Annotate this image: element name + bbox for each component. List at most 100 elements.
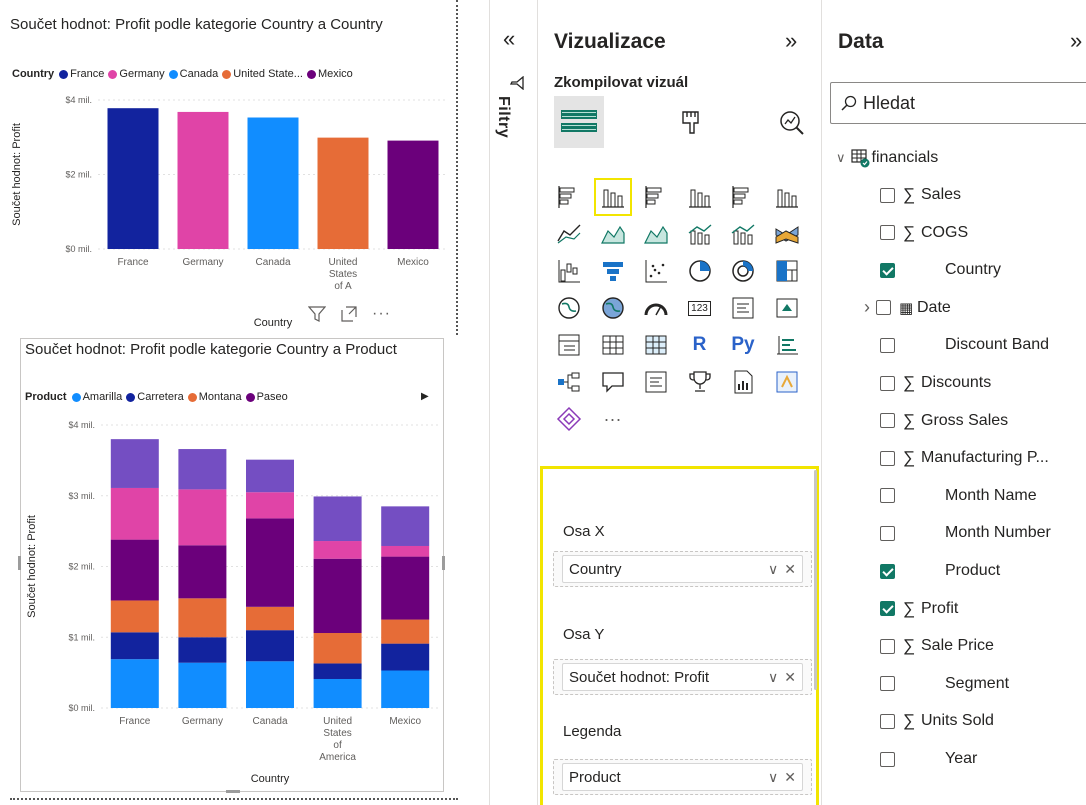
field-checkbox[interactable]	[880, 751, 895, 767]
resize-handle-right[interactable]	[442, 556, 445, 570]
pie-chart-icon[interactable]	[683, 254, 717, 288]
field-sale-price[interactable]: ∑ Sale Price	[880, 631, 994, 661]
analytics-tab[interactable]	[766, 96, 816, 148]
map-icon[interactable]	[552, 291, 586, 325]
r-visual-icon[interactable]: R	[683, 328, 717, 362]
filters-label[interactable]: Filtry	[494, 96, 512, 138]
field-manufacturing-p[interactable]: ∑ Manufacturing P...	[880, 443, 1049, 473]
y-axis-field-pill[interactable]: Součet hodnot: Profit ∨ ✕	[562, 663, 803, 691]
card-icon[interactable]: 123	[683, 291, 717, 325]
build-visual-tab[interactable]	[554, 96, 604, 148]
slicer-icon[interactable]	[552, 328, 586, 362]
metrics-icon[interactable]	[683, 365, 717, 399]
chevron-right-icon[interactable]: ›	[864, 297, 870, 318]
field-checkbox[interactable]	[880, 225, 895, 241]
resize-handle-bottom[interactable]	[226, 790, 240, 793]
bar-canada-montana[interactable]	[246, 606, 294, 631]
treemap-icon[interactable]	[770, 254, 804, 288]
more-options-icon[interactable]: ···	[372, 305, 391, 323]
bar-united-states-of-a-united-state[interactable]	[317, 137, 369, 249]
100-stacked-bar-chart-icon[interactable]	[726, 180, 760, 214]
clustered-column-chart-icon[interactable]	[683, 180, 717, 214]
chevron-down-icon[interactable]: ∨	[768, 669, 778, 686]
bar-canada-segment-5[interactable]	[246, 459, 294, 493]
chevron-down-icon[interactable]: ∨	[768, 769, 778, 786]
bar-canada-segment-4[interactable]	[246, 492, 294, 519]
narrative-icon[interactable]	[639, 365, 673, 399]
table-node-financials[interactable]: ∨ financials	[836, 143, 938, 173]
bar-mexico-montana[interactable]	[381, 619, 430, 644]
stacked-bar-chart-icon[interactable]	[552, 180, 586, 214]
field-units-sold[interactable]: ∑ Units Sold	[880, 706, 994, 736]
line-and-clustered-column-chart-icon[interactable]	[726, 217, 760, 251]
bar-france-segment-5[interactable]	[110, 439, 159, 488]
focus-mode-icon[interactable]	[340, 305, 358, 323]
x-axis-well[interactable]: Country ∨ ✕	[553, 551, 812, 587]
bar-united-states-of-america-segment-5[interactable]	[313, 496, 362, 542]
field-discounts[interactable]: ∑ Discounts	[880, 368, 991, 398]
filter-icon[interactable]	[308, 305, 326, 323]
bar-france-paseo[interactable]	[110, 539, 159, 601]
decomposition-tree-icon[interactable]	[552, 365, 586, 399]
key-influencers-icon[interactable]	[770, 328, 804, 362]
ribbon-chart-icon[interactable]	[770, 217, 804, 251]
expand-visualizations-icon[interactable]: »	[785, 28, 797, 54]
field-checkbox[interactable]	[880, 262, 895, 278]
remove-field-icon[interactable]: ✕	[784, 769, 796, 786]
field-sales[interactable]: ∑ Sales	[880, 180, 961, 210]
collapse-filters-icon[interactable]: «	[503, 26, 515, 52]
line-chart-icon[interactable]	[552, 217, 586, 251]
bar-germany-montana[interactable]	[178, 598, 227, 638]
search-input[interactable]: Hledat	[830, 82, 1086, 124]
qa-visual-icon[interactable]	[596, 365, 630, 399]
country-profit-chart[interactable]: Součet hodnot: Profit podle kategorie Co…	[0, 0, 458, 335]
bar-united-states-of-america-carretera[interactable]	[313, 663, 362, 679]
bar-united-states-of-america-segment-4[interactable]	[313, 541, 362, 559]
remove-field-icon[interactable]: ✕	[784, 561, 796, 578]
field-year[interactable]: Year	[880, 744, 977, 774]
field-profit[interactable]: ∑ Profit	[880, 594, 958, 624]
resize-handle-left[interactable]	[18, 556, 21, 570]
bar-canada-carretera[interactable]	[246, 630, 294, 662]
clustered-bar-chart-icon[interactable]	[639, 180, 673, 214]
field-date[interactable]: › ▦ Date	[864, 293, 951, 323]
area-chart-icon[interactable]	[596, 217, 630, 251]
multi-row-card-icon[interactable]	[726, 291, 760, 325]
field-checkbox[interactable]	[880, 638, 895, 654]
bar-mexico-paseo[interactable]	[381, 556, 430, 620]
collapse-data-icon[interactable]: »	[1070, 28, 1082, 54]
field-product[interactable]: Product	[880, 556, 1000, 586]
field-discount-band[interactable]: Discount Band	[880, 330, 1049, 360]
field-checkbox[interactable]	[880, 713, 895, 729]
bar-canada-amarilla[interactable]	[246, 661, 294, 708]
chevron-down-icon[interactable]: ∨	[836, 150, 846, 166]
bar-germany-segment-5[interactable]	[178, 449, 227, 490]
field-checkbox[interactable]	[880, 563, 895, 579]
field-checkbox[interactable]	[880, 601, 895, 617]
field-cogs[interactable]: ∑ COGS	[880, 218, 968, 248]
bar-germany-segment-4[interactable]	[178, 489, 227, 546]
funnel-chart-icon[interactable]	[596, 254, 630, 288]
bar-germany-amarilla[interactable]	[178, 662, 227, 708]
stacked-column-chart-icon[interactable]	[593, 178, 632, 216]
field-checkbox[interactable]	[880, 450, 895, 466]
donut-chart-icon[interactable]	[726, 254, 760, 288]
bar-united-states-of-america-amarilla[interactable]	[313, 678, 362, 708]
field-country[interactable]: Country	[880, 255, 1001, 285]
bar-france-france[interactable]	[107, 108, 159, 249]
y-axis-well[interactable]: Součet hodnot: Profit ∨ ✕	[553, 659, 812, 695]
bar-france-carretera[interactable]	[110, 632, 159, 660]
bar-mexico-mexico[interactable]	[387, 140, 439, 249]
scatter-chart-icon[interactable]	[639, 254, 673, 288]
field-checkbox[interactable]	[880, 413, 895, 429]
matrix-icon[interactable]	[639, 328, 673, 362]
bar-germany-carretera[interactable]	[178, 637, 227, 663]
filters-pane-collapsed[interactable]: « Filtry	[490, 0, 538, 805]
remove-field-icon[interactable]: ✕	[784, 669, 796, 686]
bar-mexico-segment-4[interactable]	[381, 545, 430, 557]
x-axis-field-pill[interactable]: Country ∨ ✕	[562, 555, 803, 583]
stacked-area-chart-icon[interactable]	[639, 217, 673, 251]
filled-map-icon[interactable]	[596, 291, 630, 325]
power-apps-icon[interactable]	[770, 365, 804, 399]
bar-united-states-of-america-montana[interactable]	[313, 633, 362, 664]
